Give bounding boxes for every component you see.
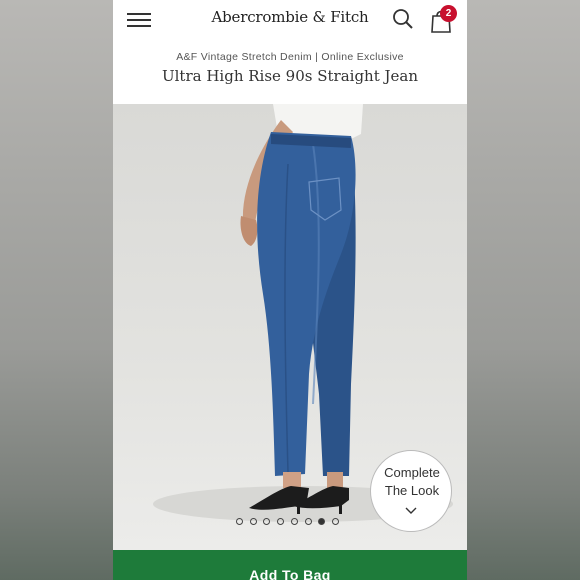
- site-header: Abercrombie & Fitch 2: [113, 0, 467, 40]
- complete-the-look-button[interactable]: Complete The Look: [370, 450, 452, 532]
- complete-look-line2: The Look: [384, 483, 440, 498]
- image-carousel-indicators: [236, 518, 346, 528]
- carousel-dot[interactable]: [290, 518, 298, 525]
- chevron-down-icon: [405, 507, 417, 514]
- search-icon[interactable]: [391, 7, 415, 31]
- product-collection-label: A&F Vintage Stretch Denim | Online Exclu…: [176, 51, 404, 63]
- product-title: Ultra High Rise 90s Straight Jean: [161, 67, 418, 85]
- add-to-bag-button[interactable]: Add To Bag: [113, 550, 467, 580]
- carousel-dot[interactable]: [318, 518, 326, 525]
- carousel-dot[interactable]: [304, 518, 312, 525]
- complete-look-line1: Complete: [384, 465, 440, 480]
- carousel-dot[interactable]: [263, 518, 271, 525]
- carousel-dot[interactable]: [331, 518, 339, 525]
- carousel-dot[interactable]: [277, 518, 285, 525]
- shopping-bag-button[interactable]: 2: [428, 5, 458, 35]
- carousel-dot[interactable]: [236, 518, 243, 525]
- carousel-dot[interactable]: [249, 518, 257, 525]
- bag-count-badge: 2: [440, 5, 457, 22]
- mobile-screen: Abercrombie & Fitch 2 A&F Vintage Stretc…: [113, 0, 467, 580]
